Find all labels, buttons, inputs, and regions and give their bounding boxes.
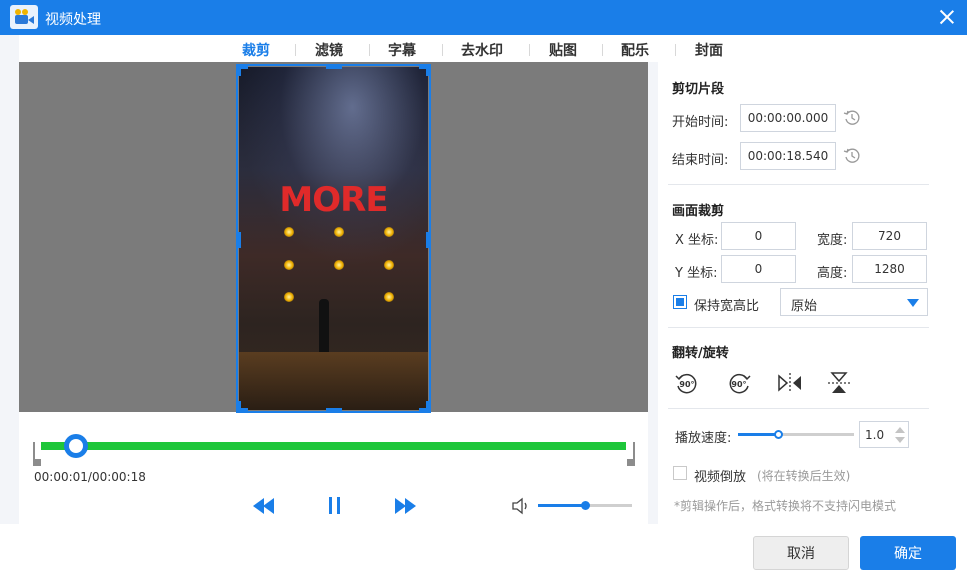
timecode: 00:00:01/00:00:18 — [34, 470, 146, 484]
end-time-label: 结束时间: — [672, 153, 729, 168]
width-input[interactable]: 720 — [852, 222, 927, 250]
timeline-playhead[interactable] — [64, 434, 89, 458]
reset-start-time-icon[interactable] — [843, 109, 861, 127]
tab-cover[interactable]: 封面 — [695, 40, 723, 60]
end-time-input[interactable]: 00:00:18.540 — [740, 142, 836, 170]
flip-vertical-icon[interactable] — [826, 371, 852, 395]
keep-ratio-checkbox[interactable] — [673, 295, 687, 309]
cancel-button[interactable]: 取消 — [753, 536, 849, 570]
close-icon[interactable] — [936, 6, 958, 28]
pause-button[interactable] — [327, 496, 343, 516]
volume-icon[interactable] — [511, 497, 531, 515]
rotate-right-icon[interactable]: 90° — [726, 371, 752, 395]
tab-bar: 裁剪 滤镜 字幕 去水印 贴图 配乐 封面 — [19, 35, 967, 62]
volume-slider-knob[interactable] — [581, 501, 590, 510]
flip-horizontal-icon[interactable] — [777, 371, 803, 395]
stepper-up-icon[interactable] — [895, 427, 905, 433]
flip-section-title: 翻转/旋转 — [672, 346, 729, 361]
tab-crop[interactable]: 裁剪 — [242, 40, 270, 60]
chevron-down-icon — [907, 299, 919, 307]
reverse-video-note: (将在转换后生效) — [757, 469, 851, 483]
speed-slider-knob[interactable] — [773, 430, 783, 439]
height-label: 高度: — [817, 266, 848, 281]
start-time-input[interactable]: 00:00:00.000 — [740, 104, 836, 132]
speed-stepper[interactable]: 1.0 — [859, 421, 909, 448]
tab-sticker[interactable]: 贴图 — [549, 40, 577, 60]
tab-filter[interactable]: 滤镜 — [315, 40, 343, 60]
start-time-label: 开始时间: — [672, 115, 729, 130]
app-camera-icon — [10, 5, 38, 29]
y-coord-label: Y 坐标: — [675, 266, 718, 281]
tab-music[interactable]: 配乐 — [621, 40, 649, 60]
stepper-down-icon[interactable] — [895, 437, 905, 443]
video-processing-dialog: 视频处理 裁剪 滤镜 字幕 去水印 贴图 配乐 封面 MORE 00:00:01… — [0, 0, 967, 581]
title-bar: 视频处理 — [0, 0, 967, 35]
divider — [668, 327, 929, 328]
window-title: 视频处理 — [45, 12, 101, 28]
height-input[interactable]: 1280 — [852, 255, 927, 283]
fast-forward-button[interactable] — [393, 496, 417, 516]
aspect-ratio-value: 原始 — [791, 299, 818, 314]
rotate-left-icon[interactable]: 90° — [674, 371, 700, 395]
keep-ratio-label: 保持宽高比 — [694, 299, 760, 314]
width-label: 宽度: — [817, 233, 848, 248]
crop-section-title: 画面裁剪 — [672, 204, 725, 219]
trim-start-handle[interactable] — [33, 442, 41, 466]
rewind-button[interactable] — [253, 496, 277, 516]
rotate-right-label: 90° — [731, 380, 746, 389]
x-coord-label: X 坐标: — [675, 233, 719, 248]
reset-end-time-icon[interactable] — [843, 147, 861, 165]
x-coord-input[interactable]: 0 — [721, 222, 796, 250]
crop-frame[interactable] — [236, 64, 431, 413]
reverse-video-checkbox[interactable] — [673, 466, 687, 480]
speed-label: 播放速度: — [675, 431, 732, 446]
trim-end-handle[interactable] — [625, 442, 635, 466]
rotate-left-label: 90° — [679, 380, 694, 389]
aspect-ratio-select[interactable]: 原始 — [780, 288, 928, 316]
y-coord-input[interactable]: 0 — [721, 255, 796, 283]
confirm-button[interactable]: 确定 — [860, 536, 956, 570]
volume-slider[interactable] — [538, 501, 632, 510]
divider — [668, 184, 929, 185]
footnote: *剪辑操作后，格式转换将不支持闪电模式 — [674, 499, 897, 513]
speed-slider[interactable] — [738, 430, 854, 439]
trim-section-title: 剪切片段 — [672, 82, 725, 97]
speed-value: 1.0 — [865, 428, 885, 442]
tab-remove-watermark[interactable]: 去水印 — [461, 40, 503, 60]
tab-subtitle[interactable]: 字幕 — [388, 40, 416, 60]
reverse-video-label: 视频倒放 — [694, 470, 747, 485]
timeline-track[interactable] — [41, 442, 626, 450]
divider — [668, 408, 929, 409]
